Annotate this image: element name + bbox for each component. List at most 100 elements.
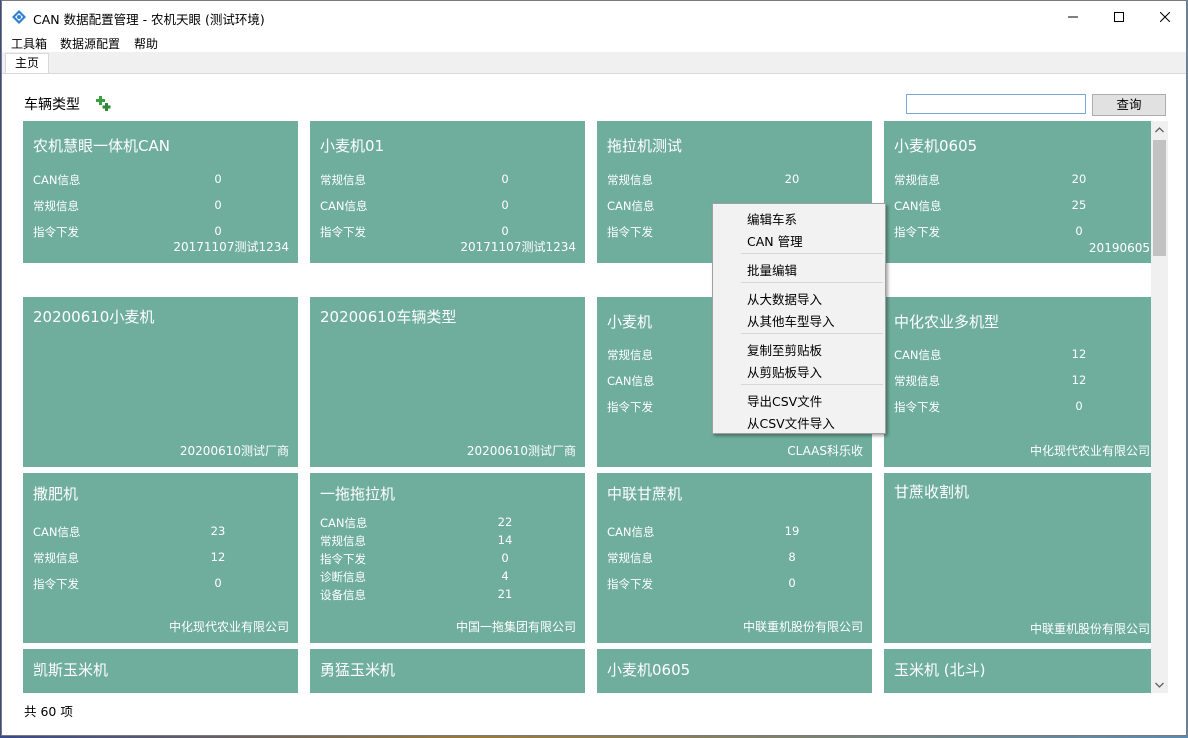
context-menu-item[interactable]: 从大数据导入 (747, 289, 822, 308)
stat-value: 14 (497, 533, 513, 547)
vehicle-type-card[interactable]: 一拖拖拉机 CAN信息 22 常规信息 14 指令下发 0 诊断信息 4 设备信息 21 中国一拖集团… (310, 473, 585, 643)
vehicle-type-card[interactable]: 中联甘蔗机 CAN信息 19 常规信息 8 指令下发 0 中联重机股份有限公司 (597, 473, 872, 643)
stat-label: CAN信息 (320, 199, 368, 213)
stat-value: 0 (214, 198, 222, 212)
maximize-icon (1114, 12, 1124, 22)
stat-value: 0 (501, 198, 509, 212)
stat-label: 指令下发 (320, 552, 366, 566)
card-stat-row: 常规信息 0 (320, 172, 520, 188)
stat-value: 8 (788, 550, 796, 564)
stat-value: 0 (501, 224, 509, 238)
scroll-down-button[interactable] (1151, 676, 1168, 693)
vertical-scrollbar[interactable] (1151, 121, 1168, 693)
stat-value: 12 (1071, 373, 1087, 387)
stat-value: 0 (501, 172, 509, 186)
vehicle-type-card[interactable]: 小麦机01 常规信息 0 CAN信息 0 指令下发 0 20171107测试1234 (310, 121, 585, 263)
window-title: CAN 数据配置管理 - 农机天眼 (测试环境) (33, 12, 265, 27)
menu-bar: 工具箱 数据源配置 帮助 (2, 33, 1186, 52)
card-title: 中联甘蔗机 (607, 485, 683, 503)
search-input[interactable] (906, 94, 1086, 114)
context-menu-separator (741, 333, 883, 334)
vehicle-type-card[interactable]: 20200610车辆类型 20200610测试厂商 (310, 297, 585, 467)
scroll-up-button[interactable] (1151, 121, 1168, 138)
stat-value: 12 (1071, 347, 1087, 361)
stat-value: 23 (210, 524, 226, 538)
stat-label: 指令下发 (894, 225, 940, 239)
stat-value: 0 (788, 576, 796, 590)
vehicle-type-card[interactable]: 撒肥机 CAN信息 23 常规信息 12 指令下发 0 中化现代农业有限公司 (23, 473, 298, 643)
add-vehicle-type-icon[interactable] (95, 95, 111, 111)
context-menu-item[interactable]: 从剪贴板导入 (747, 362, 822, 381)
minimize-icon (1068, 16, 1078, 18)
chevron-down-icon (1155, 682, 1164, 688)
card-title: 凯斯玉米机 (33, 661, 109, 679)
card-title: 拖拉机测试 (607, 137, 683, 155)
context-menu: 编辑车系 CAN 管理 批量编辑从大数据导入 从其他车型导入 复制至剪贴板 从剪贴板导入导… (712, 203, 886, 434)
menu-help[interactable]: 帮助 (134, 35, 158, 52)
context-menu-item[interactable]: 从其他车型导入 (747, 311, 835, 330)
context-menu-item[interactable]: 导出CSV文件 (747, 391, 822, 410)
menu-datasource-config[interactable]: 数据源配置 (60, 35, 120, 52)
tab-home[interactable]: 主页 (5, 53, 50, 73)
stat-label: 指令下发 (607, 225, 653, 239)
app-window: CAN 数据配置管理 - 农机天眼 (测试环境) 工具箱 数据源配置 帮助 主页… (1, 0, 1187, 736)
vehicle-type-card[interactable]: 凯斯玉米机 (23, 649, 298, 693)
stat-label: 指令下发 (607, 577, 653, 591)
vehicle-type-card[interactable]: 勇猛玉米机 (310, 649, 585, 693)
scroll-thumb[interactable] (1153, 140, 1166, 256)
stat-value: 0 (214, 172, 222, 186)
vehicle-type-card[interactable]: 20200610小麦机 20200610测试厂商 (23, 297, 298, 467)
vehicle-type-card[interactable]: 小麦机0605 (597, 649, 872, 693)
stat-label: 诊断信息 (320, 570, 366, 584)
card-title: 撒肥机 (33, 485, 79, 503)
context-menu-item[interactable]: 编辑车系 (747, 209, 797, 228)
stat-label: 常规信息 (894, 374, 940, 388)
close-icon (1160, 12, 1170, 22)
stat-label: 常规信息 (320, 534, 366, 548)
minimize-button[interactable] (1050, 1, 1096, 33)
stat-label: 设备信息 (320, 588, 366, 602)
stat-label: 指令下发 (33, 225, 79, 239)
card-manufacturer: 20171107测试1234 (173, 240, 289, 254)
card-title: 小麦机 (607, 313, 653, 331)
card-stat-row: 指令下发 0 (894, 399, 1094, 415)
stat-value: 25 (1071, 198, 1087, 212)
stat-label: 常规信息 (607, 348, 653, 362)
chevron-up-icon (1155, 126, 1164, 132)
context-menu-separator (741, 384, 883, 385)
context-menu-item[interactable]: CAN 管理 (747, 231, 803, 250)
vehicle-type-card[interactable]: 玉米机 (北斗) (884, 649, 1151, 693)
context-menu-item[interactable]: 复制至剪贴板 (747, 340, 822, 359)
card-manufacturer: 中国一拖集团有限公司 (455, 620, 576, 634)
stat-label: CAN信息 (33, 173, 81, 187)
maximize-button[interactable] (1096, 1, 1142, 33)
stat-label: CAN信息 (894, 348, 942, 362)
close-button[interactable] (1142, 1, 1188, 33)
search-button[interactable]: 查询 (1092, 94, 1166, 116)
vehicle-type-grid: 农机慧眼一体机CAN CAN信息 0 常规信息 0 指令下发 0 20171107测试1234… (23, 121, 1151, 693)
vehicle-type-card[interactable]: 中化农业多机型 CAN信息 12 常规信息 12 指令下发 0 中化现代农业有限公司 (884, 297, 1151, 467)
item-count: 共 60 项 (24, 704, 73, 719)
vehicle-type-card[interactable]: 甘蔗收割机 中联重机股份有限公司 (884, 473, 1151, 643)
card-stat-row: 指令下发 0 (320, 551, 520, 567)
vehicle-type-card[interactable]: 农机慧眼一体机CAN CAN信息 0 常规信息 0 指令下发 0 20171107测试1234 (23, 121, 298, 263)
stat-value: 0 (214, 224, 222, 238)
stat-label: 指令下发 (33, 577, 79, 591)
menu-toolbox[interactable]: 工具箱 (11, 35, 47, 52)
context-menu-item[interactable]: 批量编辑 (747, 260, 797, 279)
card-stat-row: 常规信息 20 (894, 172, 1094, 188)
card-stat-row: CAN信息 23 (33, 524, 233, 540)
card-manufacturer: CLAAS科乐收 (787, 444, 863, 458)
title-bar[interactable]: CAN 数据配置管理 - 农机天眼 (测试环境) (2, 1, 1186, 33)
vehicle-type-card[interactable]: 小麦机0605 常规信息 20 CAN信息 25 指令下发 0 20190605 (884, 121, 1151, 263)
context-menu-item[interactable]: 从CSV文件导入 (747, 413, 835, 432)
stat-value: 12 (210, 550, 226, 564)
tab-strip: 主页 (2, 52, 1186, 74)
stat-label: 常规信息 (607, 173, 653, 187)
card-stat-row: 设备信息 21 (320, 587, 520, 603)
card-stat-row: 指令下发 0 (33, 576, 233, 592)
stat-label: CAN信息 (33, 525, 81, 539)
card-stat-row: 诊断信息 4 (320, 569, 520, 585)
stat-value: 21 (497, 587, 513, 601)
card-stat-row: CAN信息 19 (607, 524, 807, 540)
